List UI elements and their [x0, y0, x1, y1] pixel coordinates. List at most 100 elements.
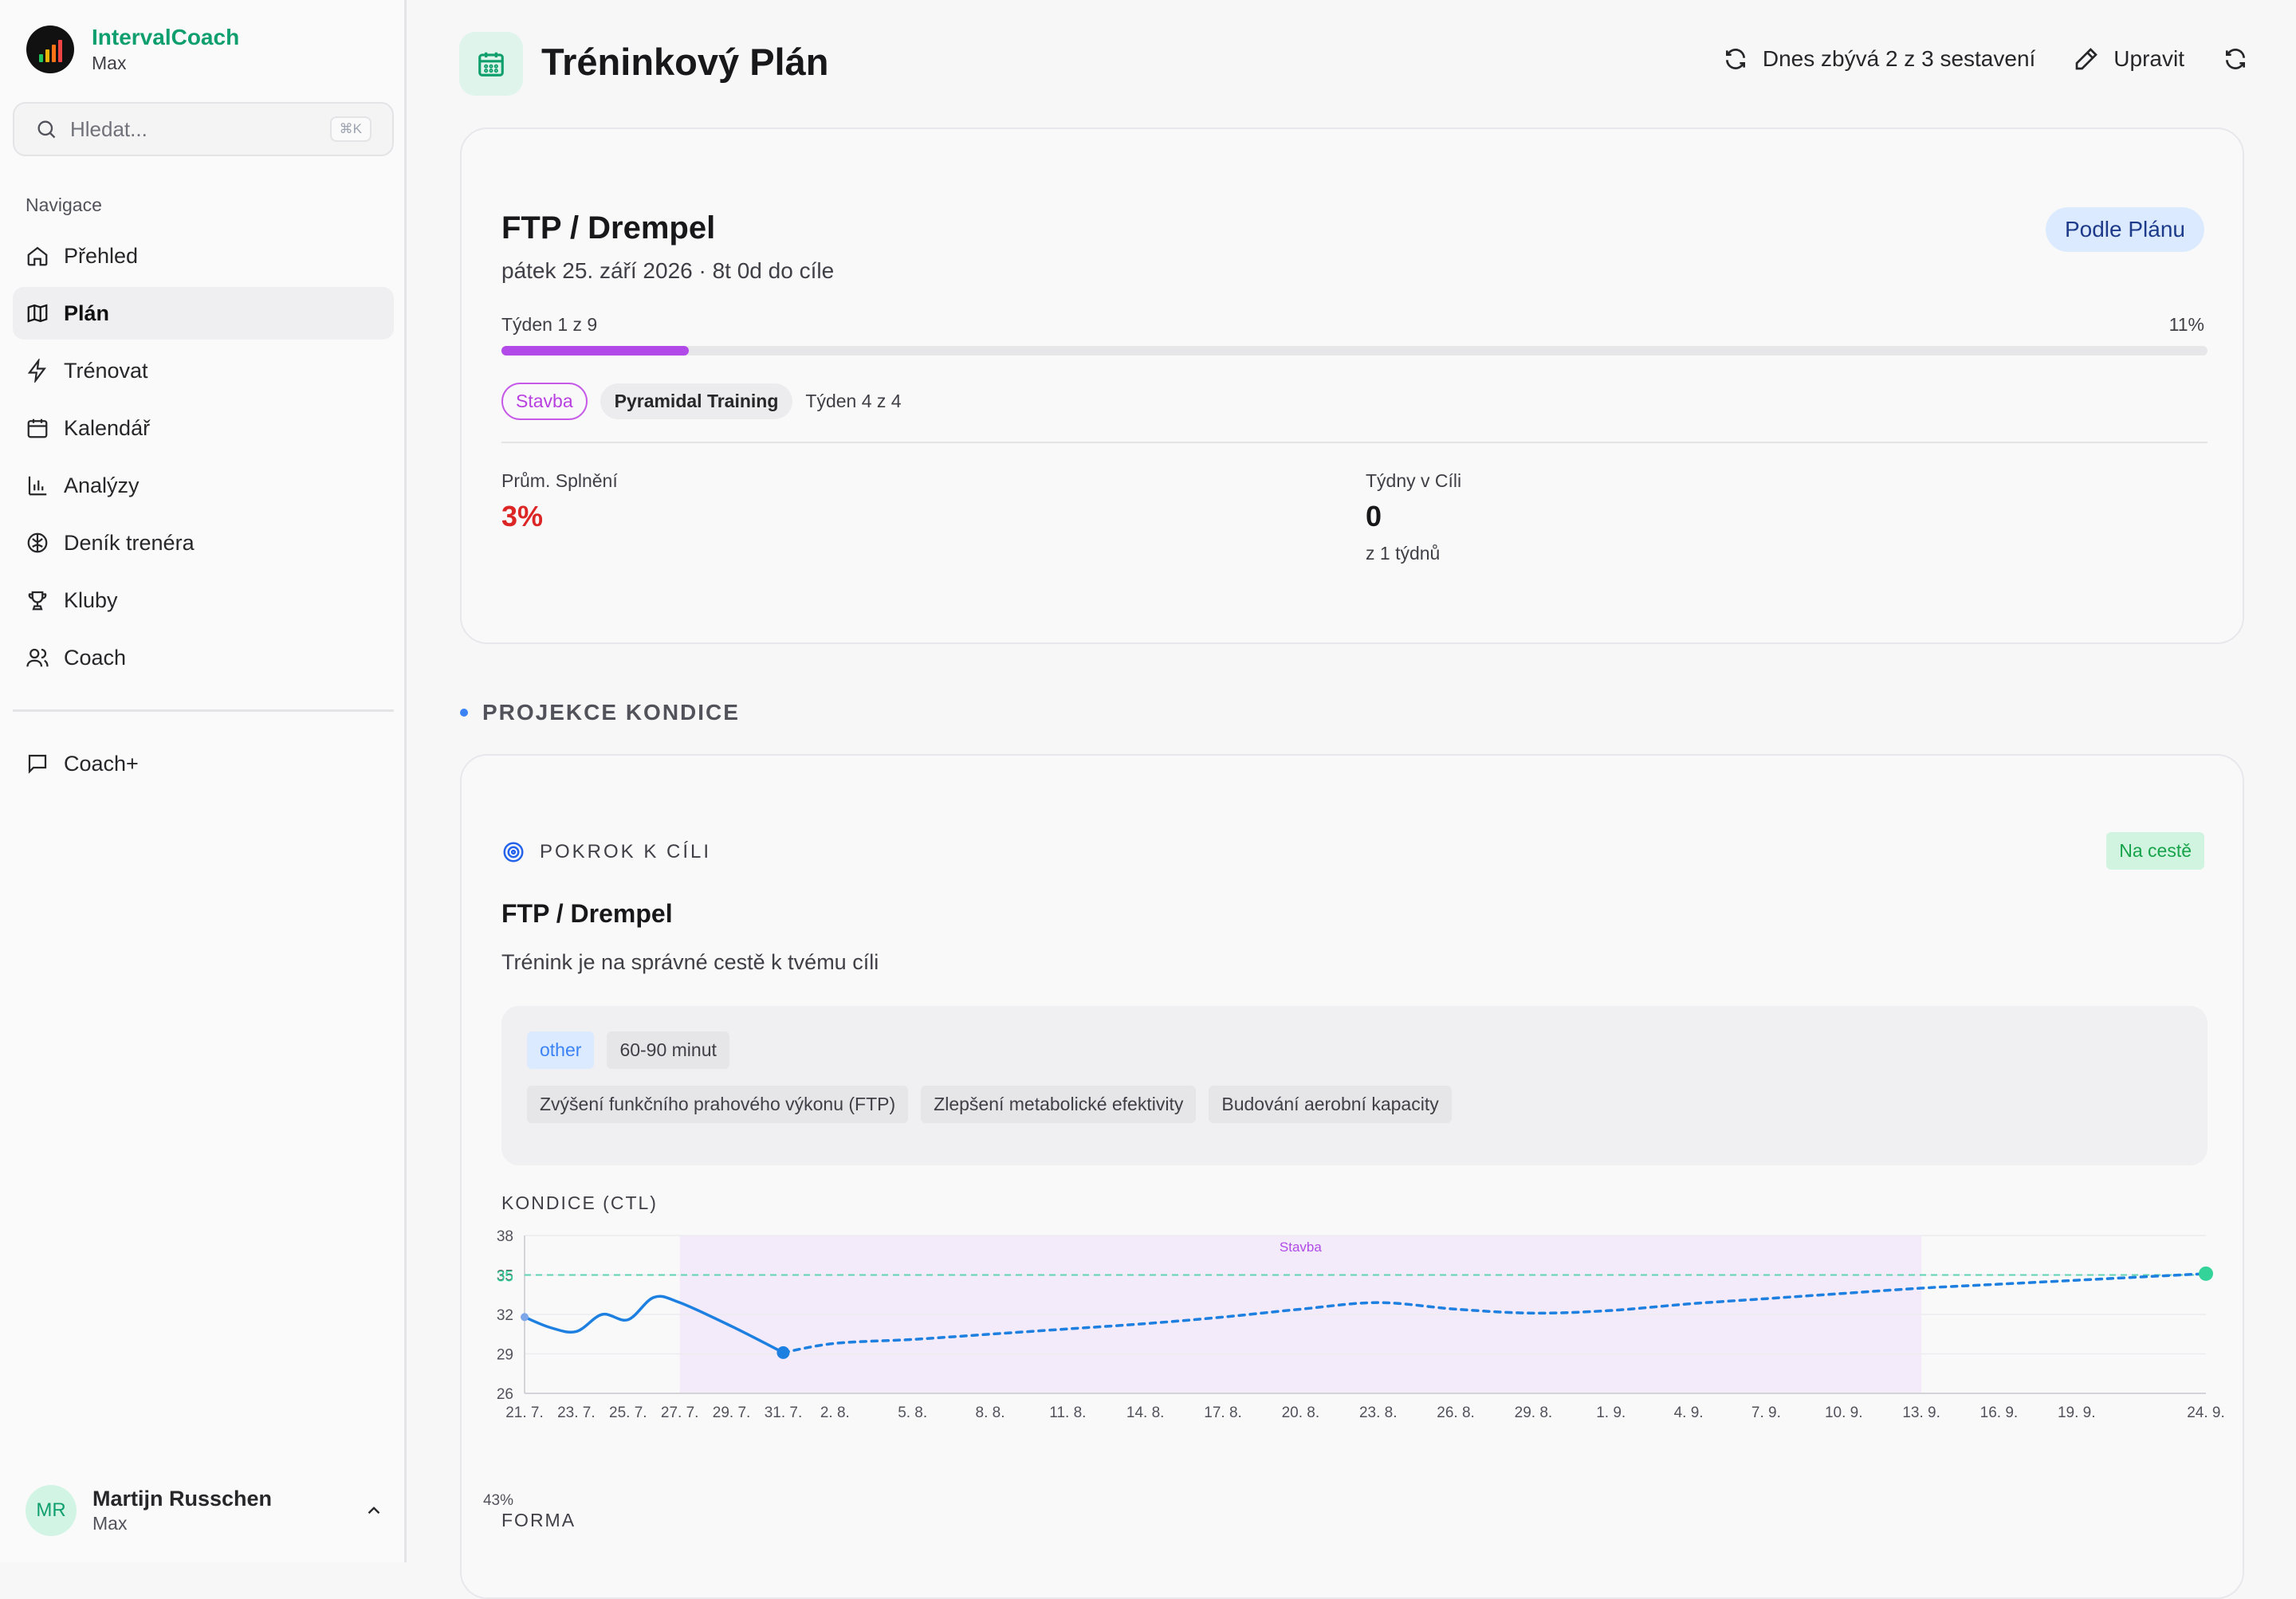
- home-icon: [27, 246, 48, 266]
- block-chip: Pyramidal Training: [600, 383, 793, 419]
- y-tick-label: 26: [497, 1386, 513, 1403]
- completion-stat: Prům. Splnění 3%: [501, 470, 618, 533]
- x-tick-label: 26. 8.: [1437, 1405, 1475, 1421]
- sidebar: IntervalCoach Max Hledat... ⌘K Navigace …: [0, 0, 407, 1562]
- sidebar-item-kluby[interactable]: Kluby: [13, 574, 394, 627]
- sidebar-item-coach[interactable]: Coach: [13, 631, 394, 684]
- section-dot: [460, 709, 468, 717]
- target-icon: [503, 842, 524, 862]
- refresh-icon: [1725, 49, 1745, 69]
- zap-icon: [27, 359, 46, 383]
- sidebar-item-label: Analýzy: [64, 473, 140, 497]
- chart-label: KONDICE (CTL): [501, 1192, 658, 1213]
- sidebar-item-plan[interactable]: Plán: [13, 287, 394, 340]
- sidebar-item-prehled[interactable]: Přehled: [13, 230, 394, 282]
- search-input[interactable]: Hledat... ⌘K: [13, 102, 394, 156]
- sidebar-item-label: Deník trenéra: [64, 530, 195, 555]
- search-icon: [37, 120, 56, 139]
- sidebar-item-denik-trenera[interactable]: Deník trenéra: [13, 517, 394, 569]
- x-tick-label: 20. 8.: [1282, 1405, 1320, 1421]
- message-square-icon: [28, 754, 47, 774]
- nav-divider: [13, 709, 394, 712]
- x-tick-label: 2. 8.: [820, 1405, 850, 1421]
- main-content: Tréninkový Plán Dnes zbývá 2 z 3 sestave…: [409, 0, 2296, 1599]
- status-badge: Podle Plánu: [2045, 207, 2204, 252]
- tag: other: [527, 1031, 595, 1069]
- refresh-button[interactable]: [2223, 46, 2248, 72]
- user-name: Martijn Russchen: [92, 1487, 273, 1511]
- progress-fill: [501, 346, 690, 356]
- sidebar-item-label: Coach: [64, 645, 127, 670]
- progress-percent: 11%: [2168, 314, 2204, 335]
- refresh-icon: [2226, 49, 2245, 69]
- x-tick-label: 1. 9.: [1596, 1405, 1626, 1421]
- bar-chart-icon: [28, 476, 47, 496]
- projection-card: POKROK K CÍLI Na cestě FTP / Drempel Tré…: [460, 754, 2244, 1599]
- x-tick-label: 23. 8.: [1359, 1405, 1398, 1421]
- goal-date: pátek 25. září 2026 · 8t 0d do cíle: [501, 258, 835, 283]
- x-tick-label: 14. 8.: [1126, 1405, 1165, 1421]
- forma-tick-label: 43%: [483, 1492, 513, 1505]
- divider: [501, 442, 2208, 443]
- stat-value: 3%: [501, 500, 544, 532]
- nav-heading: Navigace: [26, 194, 102, 215]
- app-name: IntervalCoach: [92, 25, 240, 49]
- goal-title: FTP / Drempel: [501, 210, 716, 246]
- x-tick-label: 23. 7.: [557, 1405, 596, 1421]
- stat-value: 0: [1366, 500, 1382, 532]
- sidebar-item-label: Trénovat: [64, 358, 148, 383]
- sidebar-item-trenovat[interactable]: Trénovat: [13, 344, 394, 397]
- x-tick-label: 7. 9.: [1751, 1405, 1781, 1421]
- y-tick-label: 32: [497, 1307, 513, 1324]
- x-tick-label: 29. 8.: [1515, 1405, 1553, 1421]
- start-point: [521, 1313, 529, 1322]
- x-tick-label: 25. 7.: [609, 1405, 647, 1421]
- status-badge: Na cestě: [2106, 832, 2204, 870]
- calendar-icon: [27, 418, 48, 438]
- forma-label: FORMA: [501, 1510, 576, 1530]
- x-tick-label: 31. 7.: [765, 1405, 803, 1421]
- user-menu[interactable]: MR Martijn Russchen Max: [26, 1483, 384, 1538]
- x-tick-label: 8. 8.: [976, 1405, 1005, 1421]
- sidebar-item-label: Kalendář: [64, 415, 151, 440]
- chevron-up-icon: [368, 1507, 380, 1515]
- sidebar-item-label: Přehled: [64, 243, 139, 268]
- edit-button[interactable]: Upravit: [2074, 46, 2184, 72]
- progress-bar: [501, 346, 2208, 356]
- sidebar-item-analyzy[interactable]: Analýzy: [13, 459, 394, 512]
- search-placeholder: Hledat...: [70, 116, 147, 141]
- section-heading: PROJEKCE KONDICE: [460, 700, 740, 725]
- goal-point: [2199, 1266, 2213, 1281]
- map-icon: [27, 304, 48, 323]
- search-shortcut: ⌘K: [329, 116, 372, 142]
- tag: Zvýšení funkčního prahového výkonu (FTP): [527, 1086, 909, 1123]
- current-point: [776, 1346, 790, 1359]
- projection-title: FTP / Drempel: [501, 899, 673, 928]
- pencil-icon: [2075, 48, 2098, 70]
- x-tick-label: 27. 7.: [661, 1405, 699, 1421]
- app-logo-icon: [26, 26, 74, 73]
- sidebar-item-label: Plán: [64, 301, 110, 325]
- sidebar-item-label: Kluby: [64, 587, 118, 612]
- header-actions: Dnes zbývá 2 z 3 sestavení Upravit: [1685, 46, 2248, 72]
- card-heading: POKROK K CÍLI: [540, 841, 712, 862]
- edit-label: Upravit: [2113, 46, 2184, 71]
- stat-sub: z 1 týdnů: [1366, 543, 1441, 564]
- regenerate-button[interactable]: Dnes zbývá 2 z 3 sestavení: [1723, 46, 2035, 72]
- sidebar-item-coach-plus[interactable]: Coach+: [13, 737, 394, 790]
- x-tick-label: 19. 9.: [2058, 1405, 2096, 1421]
- avatar: MR: [26, 1485, 77, 1536]
- y-tick-label: 29: [497, 1347, 513, 1364]
- x-tick-label: 11. 8.: [1049, 1405, 1086, 1421]
- goal-card: FTP / Drempel pátek 25. září 2026 · 8t 0…: [460, 128, 2244, 644]
- x-tick-label: 21. 7.: [505, 1405, 544, 1421]
- sidebar-item-kalendar[interactable]: Kalendář: [13, 402, 394, 454]
- x-tick-label: 29. 7.: [713, 1405, 751, 1421]
- calendar-icon: [459, 32, 523, 96]
- brand[interactable]: IntervalCoach Max: [26, 24, 239, 75]
- user-plan: Max: [92, 1513, 128, 1534]
- x-tick-label: 17. 8.: [1204, 1405, 1242, 1421]
- x-tick-label: 4. 9.: [1674, 1405, 1704, 1421]
- sidebar-nav: Přehled Plán Trénovat Kalendář Analýzy D…: [13, 230, 394, 689]
- goal-tags: other 60-90 minut Zvýšení funkčního prah…: [501, 1006, 2208, 1165]
